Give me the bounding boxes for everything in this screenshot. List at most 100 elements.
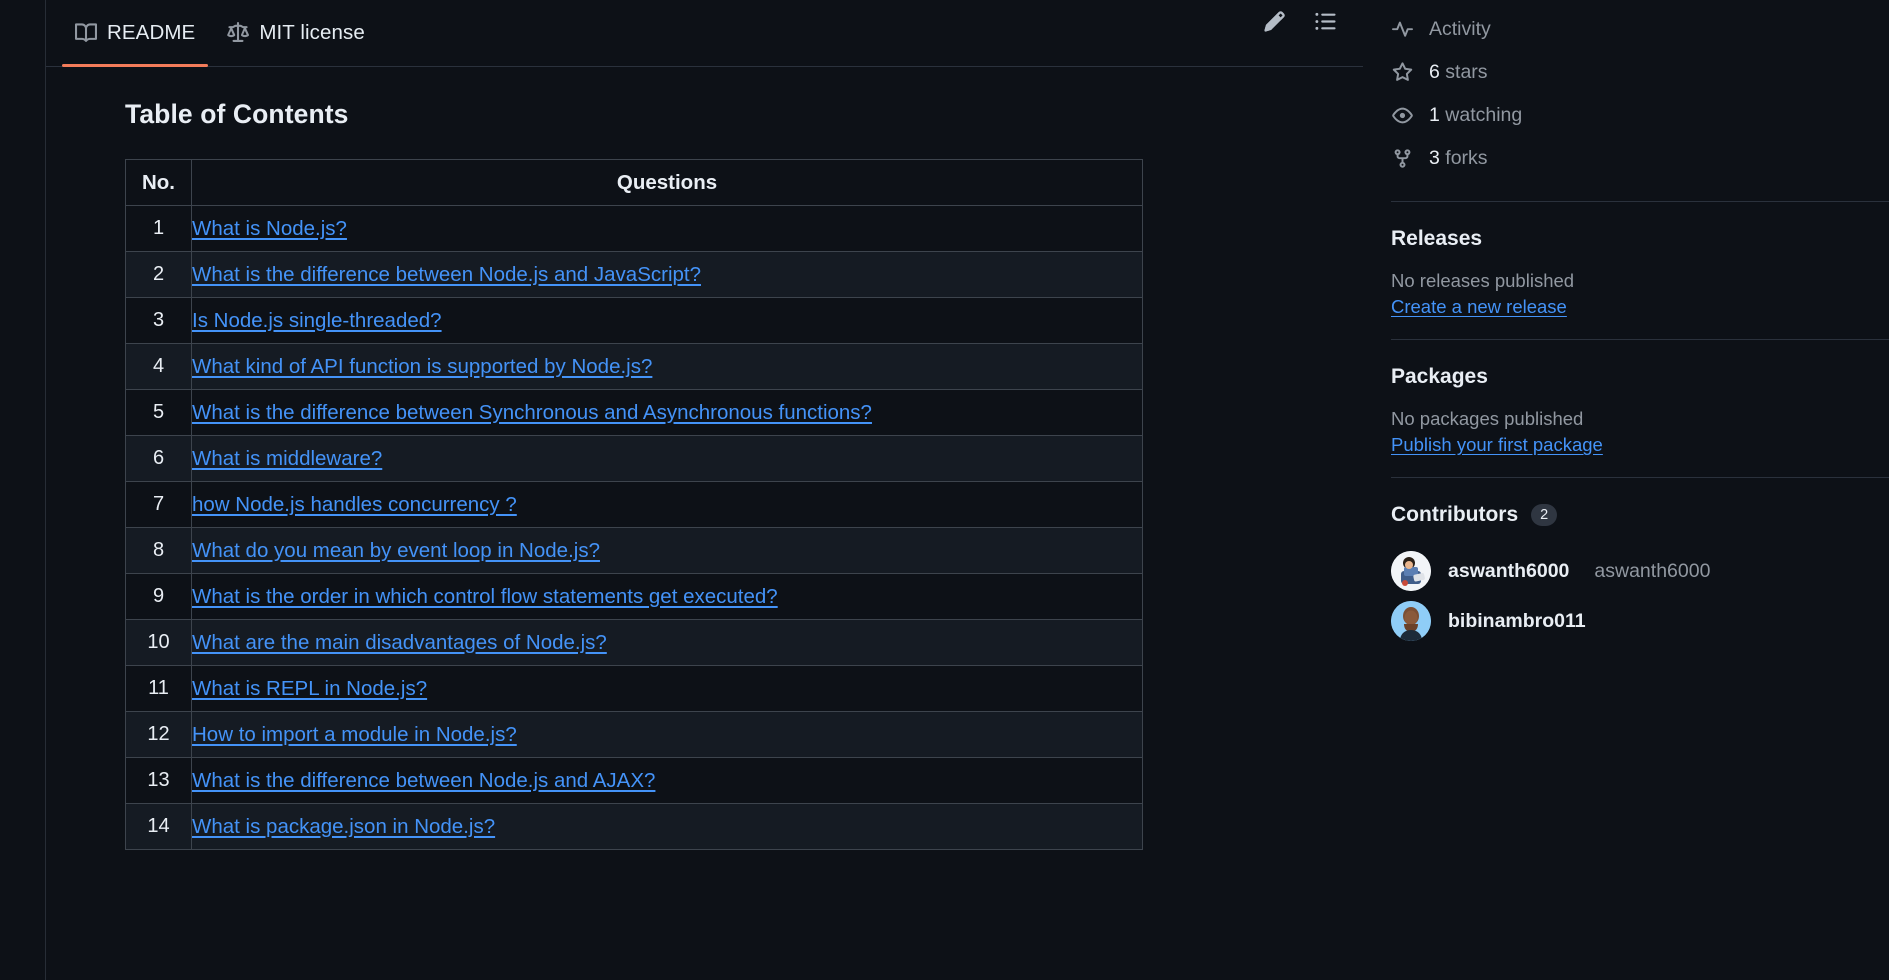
book-icon xyxy=(75,22,97,44)
row-number: 3 xyxy=(125,297,192,344)
divider-packages xyxy=(1391,339,1889,340)
row-number: 11 xyxy=(125,665,192,712)
table-row: 11 What is REPL in Node.js? xyxy=(125,665,1143,712)
contributor-handle: aswanth6000 xyxy=(1594,559,1711,582)
contributor-item[interactable]: aswanth6000 aswanth6000 xyxy=(1391,546,1889,596)
eye-icon xyxy=(1391,105,1413,126)
row-question-cell: How to import a module in Node.js? xyxy=(191,711,1143,758)
publish-package-link[interactable]: Publish your first package xyxy=(1391,434,1603,456)
avatar xyxy=(1391,601,1431,641)
sidebar-item-stars[interactable]: 6 stars xyxy=(1391,51,1889,94)
row-question-cell: how Node.js handles concurrency ? xyxy=(191,481,1143,528)
question-link[interactable]: What is package.json in Node.js? xyxy=(192,815,495,838)
pulse-icon xyxy=(1391,19,1413,40)
packages-empty-text: No packages published xyxy=(1391,408,1584,429)
row-number: 1 xyxy=(125,205,192,252)
forks-label: forks xyxy=(1445,147,1488,169)
contributor-name: bibinambro011 xyxy=(1448,609,1586,632)
table-row: 10 What are the main disadvantages of Nod… xyxy=(125,619,1143,666)
table-row: 1 What is Node.js? xyxy=(125,205,1143,252)
table-row: 4 What kind of API function is supported … xyxy=(125,343,1143,390)
contributor-name: aswanth6000 xyxy=(1448,559,1570,582)
row-question-cell: What kind of API function is supported b… xyxy=(191,343,1143,390)
row-question-cell: What is Node.js? xyxy=(191,205,1143,252)
table-of-contents-table: No. Questions 1 What is Node.js? 2 What is … xyxy=(125,159,1143,850)
row-question-cell: What is REPL in Node.js? xyxy=(191,665,1143,712)
contributors-list: aswanth6000 aswanth6000 bibinambro011 xyxy=(1391,546,1889,646)
question-link[interactable]: What is Node.js? xyxy=(192,217,347,240)
left-gutter xyxy=(0,0,45,980)
table-row: 13 What is the difference between Node.js… xyxy=(125,757,1143,804)
row-number: 9 xyxy=(125,573,192,620)
question-link[interactable]: What kind of API function is supported b… xyxy=(192,355,652,378)
question-link[interactable]: What is the difference between Node.js a… xyxy=(192,769,655,792)
avatar xyxy=(1391,551,1431,591)
contributor-item[interactable]: bibinambro011 xyxy=(1391,596,1889,646)
table-row: 8 What do you mean by event loop in Node.… xyxy=(125,527,1143,574)
activity-label: Activity xyxy=(1429,18,1491,40)
table-head: No. Questions xyxy=(125,159,1143,206)
fork-icon xyxy=(1391,148,1413,169)
row-question-cell: What are the main disadvantages of Node.… xyxy=(191,619,1143,666)
row-number: 13 xyxy=(125,757,192,804)
table-header-row: No. Questions xyxy=(125,159,1143,206)
watching-label: watching xyxy=(1445,104,1523,126)
question-link[interactable]: What is the order in which control flow … xyxy=(192,585,778,608)
row-question-cell: What is package.json in Node.js? xyxy=(191,803,1143,850)
row-question-cell: What is the order in which control flow … xyxy=(191,573,1143,620)
question-link[interactable]: What is the difference between Node.js a… xyxy=(192,263,701,286)
divider-releases xyxy=(1391,201,1889,202)
scale-icon xyxy=(227,22,250,44)
tab-readme-label: README xyxy=(107,21,196,44)
question-link[interactable]: how Node.js handles concurrency ? xyxy=(192,493,517,516)
question-link[interactable]: How to import a module in Node.js? xyxy=(192,723,517,746)
question-link[interactable]: Is Node.js single-threaded? xyxy=(192,309,442,332)
tab-readme[interactable]: README xyxy=(59,0,211,67)
readme-content: Table of Contents No. Questions 1 What is… xyxy=(46,67,1363,850)
question-link[interactable]: What are the main disadvantages of Node.… xyxy=(192,631,607,654)
readme-tabbar: README MIT license xyxy=(46,0,1363,67)
question-link[interactable]: What is middleware? xyxy=(192,447,382,470)
sidebar-item-watching[interactable]: 1 watching xyxy=(1391,94,1889,137)
stars-label: stars xyxy=(1445,61,1488,83)
repo-sidebar: Activity 6 stars 1 watching 3 forks Rele… xyxy=(1363,0,1889,980)
watching-text: 1 watching xyxy=(1429,104,1522,127)
contributors-heading: Contributors 2 xyxy=(1391,503,1889,527)
outline-list-icon[interactable] xyxy=(1314,10,1337,33)
tab-mit-license[interactable]: MIT license xyxy=(211,0,381,66)
table-row: 2 What is the difference between Node.js … xyxy=(125,251,1143,298)
divider-contributors xyxy=(1391,477,1889,478)
table-row: 6 What is middleware? xyxy=(125,435,1143,482)
question-link[interactable]: What is REPL in Node.js? xyxy=(192,677,427,700)
table-row: 12 How to import a module in Node.js? xyxy=(125,711,1143,758)
table-row: 5 What is the difference between Synchron… xyxy=(125,389,1143,436)
forks-text: 3 forks xyxy=(1429,147,1488,170)
repository-page: README MIT license Table of Contents No.… xyxy=(0,0,1889,980)
row-question-cell: Is Node.js single-threaded? xyxy=(191,297,1143,344)
row-question-cell: What is the difference between Node.js a… xyxy=(191,251,1143,298)
row-number: 10 xyxy=(125,619,192,666)
contributors-heading-label: Contributors xyxy=(1391,503,1519,526)
table-row: 7 how Node.js handles concurrency ? xyxy=(125,481,1143,528)
question-link[interactable]: What is the difference between Synchrono… xyxy=(192,401,872,424)
row-question-cell: What is the difference between Node.js a… xyxy=(191,757,1143,804)
star-icon xyxy=(1391,62,1413,83)
row-number: 5 xyxy=(125,389,192,436)
table-row: 14 What is package.json in Node.js? xyxy=(125,803,1143,850)
question-link[interactable]: What do you mean by event loop in Node.j… xyxy=(192,539,600,562)
row-number: 14 xyxy=(125,803,192,850)
table-row: 3 Is Node.js single-threaded? xyxy=(125,297,1143,344)
column-header-questions: Questions xyxy=(191,159,1143,206)
column-header-no: No. xyxy=(125,159,192,206)
sidebar-item-activity[interactable]: Activity xyxy=(1391,8,1889,51)
table-body: 1 What is Node.js? 2 What is the difference… xyxy=(125,205,1143,850)
stars-text: 6 stars xyxy=(1429,61,1488,84)
page-title: Table of Contents xyxy=(125,99,349,129)
sidebar-item-forks[interactable]: 3 forks xyxy=(1391,137,1889,180)
watching-count: 1 xyxy=(1429,104,1440,126)
create-release-link[interactable]: Create a new release xyxy=(1391,296,1567,318)
row-question-cell: What do you mean by event loop in Node.j… xyxy=(191,527,1143,574)
row-number: 8 xyxy=(125,527,192,574)
contributors-count-badge: 2 xyxy=(1531,504,1558,526)
edit-pencil-icon[interactable] xyxy=(1263,10,1286,33)
